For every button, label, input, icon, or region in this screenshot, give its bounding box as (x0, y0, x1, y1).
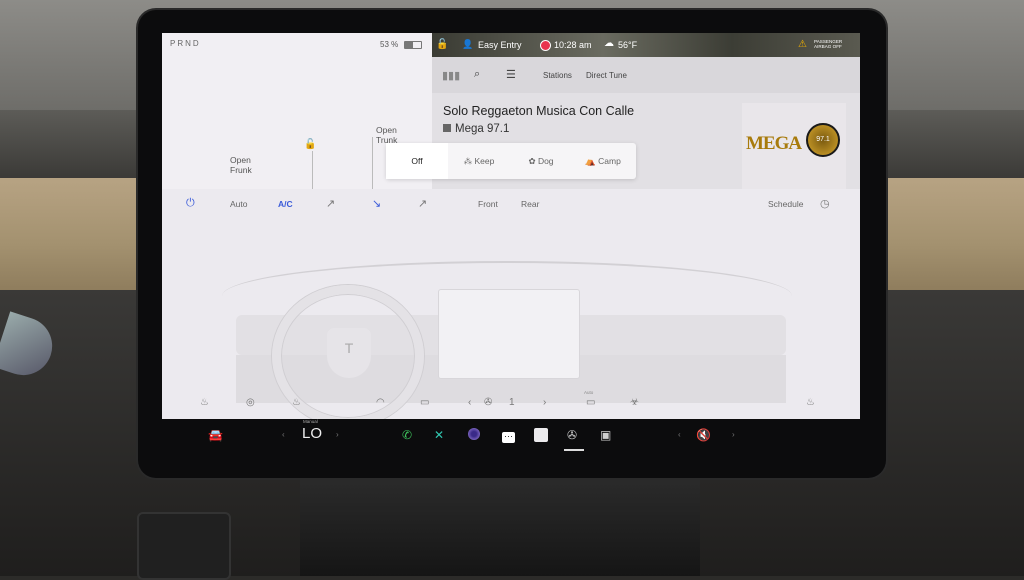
auto-mini-label: Auto (584, 390, 594, 395)
mode-keep-button[interactable]: ⁂ Keep (448, 143, 510, 179)
car-icon[interactable]: 🚘 (208, 428, 223, 442)
open-frunk-line2: Frunk (230, 165, 252, 175)
battery-fill (405, 42, 414, 48)
phone-icon[interactable]: ✆ (402, 428, 412, 442)
airbag-line2: AIRBAG OFF (814, 44, 842, 49)
car-outline (372, 137, 373, 189)
tab-stations[interactable]: Stations (543, 71, 572, 80)
auto-button[interactable]: Auto (230, 199, 248, 209)
front-tab[interactable]: Front (478, 199, 498, 209)
more-apps-icon[interactable]: ··· (502, 428, 515, 443)
fan-app-icon[interactable]: ✇ (567, 428, 577, 442)
front-defrost-icon[interactable]: ◠ (376, 397, 385, 408)
airflow-feet-icon[interactable]: ↘ (372, 197, 381, 210)
battery-icon (404, 41, 422, 49)
volume-decrease-button[interactable]: ‹ (678, 430, 681, 439)
temp-increase-button[interactable]: › (336, 430, 339, 439)
open-trunk-button[interactable]: Open Trunk (376, 125, 397, 145)
lock-icon[interactable]: 🔓 (436, 39, 448, 50)
battery-percent: 53 % (380, 40, 399, 49)
mode-dog-button[interactable]: ✿ Dog (510, 143, 572, 179)
temp-mode-label: Manual (303, 419, 318, 424)
temp-decrease-button[interactable]: ‹ (282, 430, 285, 439)
station-name: Mega 97.1 (455, 123, 510, 135)
tab-direct-tune[interactable]: Direct Tune (586, 71, 627, 80)
mode-dog-label: Dog (537, 156, 554, 166)
album-logo: MEGA (746, 133, 802, 154)
airflow-windshield-icon[interactable]: ↗ (418, 197, 427, 210)
touchscreen: PRND 53 % 🔓 Open Frunk Open Trunk 🔓 👤 Ea… (162, 33, 860, 419)
record-icon[interactable] (540, 40, 551, 51)
radio-icon (443, 124, 451, 132)
volume-mute-icon[interactable]: 🔇 (696, 428, 711, 442)
seat-heater-driver-icon[interactable]: ♨ (292, 397, 301, 408)
driver-temperature[interactable]: LO (302, 425, 322, 442)
pedal (137, 512, 231, 580)
rear-defrost-icon[interactable]: ▭ (420, 397, 429, 408)
toybox-icon[interactable]: ✕ (434, 428, 444, 442)
clock-time: 10:28 am (554, 40, 592, 50)
fan-decrease-button[interactable]: ‹ (468, 397, 471, 408)
mode-keep-label: Keep (474, 156, 495, 166)
fan-speed: 1 (509, 397, 515, 408)
car-outline (312, 151, 313, 189)
bioweapon-mode-icon[interactable]: ☣ (630, 397, 639, 408)
user-icon[interactable]: 👤 (462, 39, 473, 50)
power-icon[interactable]: ⏻ (186, 197, 195, 210)
media-app-icon[interactable]: ▣ (600, 428, 611, 442)
fan-icon: ✇ (484, 397, 493, 408)
open-frunk-line1: Open (230, 155, 251, 165)
equalizer-icon[interactable]: ▮▮▮ (442, 69, 460, 82)
active-app-indicator (564, 449, 584, 451)
mode-camp-label: Camp (598, 156, 621, 166)
center-console (300, 478, 700, 576)
center-screen-illustration (438, 289, 580, 379)
unlock-icon[interactable]: 🔓 (304, 139, 316, 150)
fan-increase-button[interactable]: › (543, 397, 546, 408)
airbag-icon: ⚠ (798, 39, 807, 50)
search-icon[interactable]: ⌕ (474, 68, 480, 81)
driver-profile[interactable]: Easy Entry (478, 40, 522, 50)
list-icon[interactable]: ☰ (506, 68, 516, 81)
climate-controls-row: ⏻ Auto A/C ↗ ↘ ↗ Front Rear Schedule ◷ (162, 189, 860, 219)
steering-heater-icon[interactable]: ◎ (246, 397, 255, 408)
gear-indicator: PRND (170, 39, 201, 48)
seat-heater-passenger-icon[interactable]: ♨ (806, 397, 815, 408)
passenger-airbag-status: PASSENGER AIRBAG OFF (814, 39, 842, 49)
status-bar: 🔓 👤 Easy Entry 10:28 am ☁ 56°F ⚠ PASSENG… (432, 33, 860, 57)
card-app-icon[interactable] (534, 428, 548, 445)
tesla-logo-icon: T (327, 328, 371, 378)
climate-panel: ⏻ Auto A/C ↗ ↘ ↗ Front Rear Schedule ◷ T… (162, 189, 860, 419)
open-trunk-line1: Open (376, 125, 397, 135)
station-row: Mega 97.1 (443, 123, 509, 135)
clock-icon[interactable]: ◷ (820, 197, 830, 210)
cabin-illustration: T (162, 219, 860, 419)
media-tabs: ▮▮▮ ⌕ ☰ Stations Direct Tune (432, 57, 860, 93)
recirculate-icon[interactable]: ▭ (586, 397, 595, 408)
open-frunk-button[interactable]: Open Frunk (230, 155, 252, 175)
album-badge: 97.1 (806, 123, 840, 157)
schedule-button[interactable]: Schedule (768, 199, 803, 209)
volume-increase-button[interactable]: › (732, 430, 735, 439)
climate-bottom-row: ♨ ◎ ♨ ◠ ▭ ‹ ✇ 1 › Auto ▭ ☣ ♨ (162, 390, 860, 419)
mode-off-button[interactable]: Off (386, 143, 448, 179)
ac-button[interactable]: A/C (278, 199, 293, 209)
mode-camp-button[interactable]: ⛺ Camp (572, 143, 634, 179)
camera-icon[interactable] (468, 428, 480, 443)
rear-tab[interactable]: Rear (521, 199, 539, 209)
song-title: Solo Reggaeton Musica Con Calle (443, 104, 635, 118)
taskbar: 🚘 ‹ Manual LO › ✆ ✕ ··· ✇ ▣ ‹ 🔇 › (162, 419, 860, 453)
weather-icon: ☁ (604, 38, 614, 49)
airflow-face-icon[interactable]: ↗ (326, 197, 335, 210)
seat-heater-left-icon[interactable]: ♨ (200, 397, 209, 408)
album-art: MEGA 97.1 (742, 103, 846, 189)
climate-mode-selector: Off ⁂ Keep ✿ Dog ⛺ Camp (386, 143, 636, 179)
outside-temperature: 56°F (618, 40, 638, 50)
